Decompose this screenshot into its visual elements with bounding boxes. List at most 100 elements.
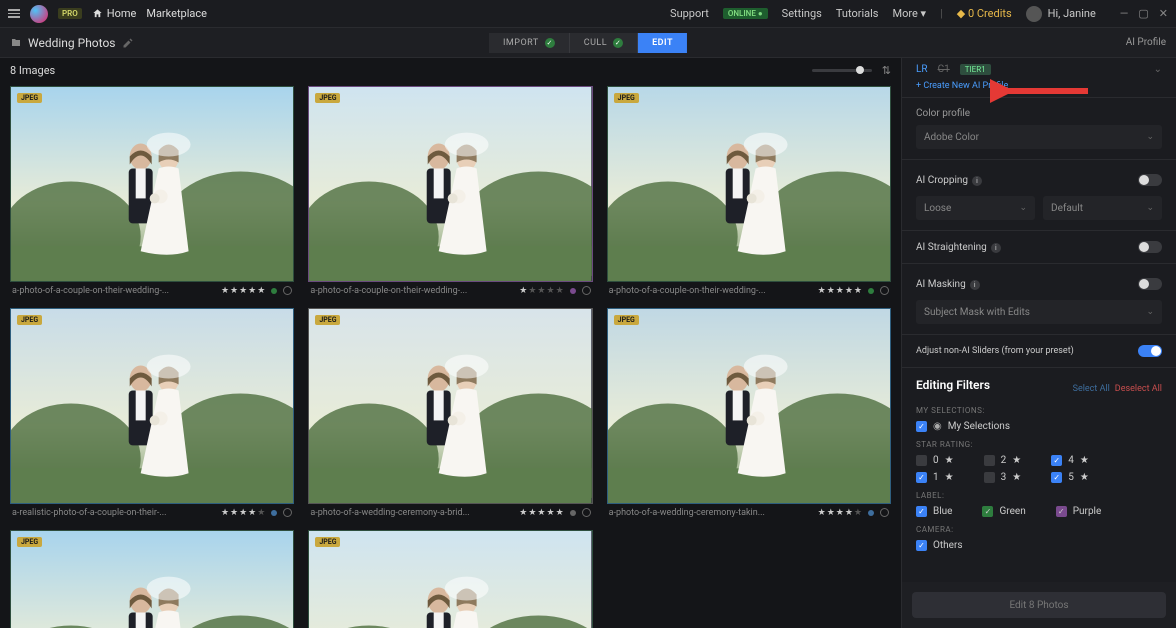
checkbox[interactable]: ✓ — [916, 506, 927, 517]
select-circle[interactable] — [582, 508, 591, 517]
star-rating[interactable]: ★★★★★ — [818, 286, 862, 296]
topbar: PRO Home Marketplace Support ONLINE ● Se… — [0, 0, 1176, 28]
thumbnail[interactable]: JPEG — [308, 308, 592, 504]
image-card[interactable]: JPEG a-photo-of-a-wedding-ceremony-a-brid… — [308, 308, 592, 518]
info-icon[interactable]: i — [972, 176, 982, 186]
checkbox[interactable]: ✓ — [916, 421, 927, 432]
info-icon[interactable]: i — [991, 243, 1001, 253]
thumbnail[interactable]: JPEG — [10, 308, 294, 504]
tab-lr[interactable]: LR — [916, 64, 928, 75]
minimize-icon[interactable]: — — [1120, 7, 1129, 20]
star-rating[interactable]: ★★★★★ — [221, 286, 265, 296]
cropping-switch[interactable] — [1138, 174, 1162, 186]
zoom-slider[interactable] — [812, 69, 872, 72]
format-badge: JPEG — [315, 315, 340, 325]
mask-select[interactable]: Subject Mask with Edits⌄ — [916, 300, 1162, 324]
breadcrumb[interactable]: Wedding Photos — [10, 36, 134, 50]
star-rating[interactable]: ★★★★★ — [519, 286, 563, 296]
nav-home[interactable]: Home — [92, 7, 137, 20]
image-card[interactable]: JPEG — [10, 530, 294, 628]
label-heading: LABEL: — [916, 491, 1162, 500]
chevron-down-icon[interactable]: ⌄ — [1154, 64, 1162, 75]
checkbox[interactable]: ✓ — [1051, 455, 1062, 466]
image-card[interactable]: JPEGa-photo-of-a-couple-on-their-wedding… — [308, 86, 592, 296]
select-all-link[interactable]: Select All — [1073, 384, 1110, 394]
credits[interactable]: ◆ 0 Credits — [957, 7, 1012, 20]
mode-import[interactable]: IMPORT✓ — [489, 33, 570, 53]
mode-toggle: IMPORT✓ CULL✓ EDIT — [489, 33, 687, 53]
select-circle[interactable] — [880, 508, 889, 517]
checkbox[interactable]: ✓ — [916, 540, 927, 551]
image-filename: a-photo-of-a-couple-on-their-wedding-... — [12, 286, 169, 296]
thumbnail[interactable]: JPEG — [607, 308, 891, 504]
status-dot — [271, 510, 277, 516]
nav-more[interactable]: More ▾ — [892, 7, 926, 20]
eye-icon: ◉ — [933, 421, 942, 432]
cropping-label: AI Cropping — [916, 175, 968, 186]
edit-icon[interactable] — [122, 37, 134, 49]
adjust-label: Adjust non-AI Sliders (from your preset) — [916, 346, 1074, 356]
nav-support[interactable]: Support — [670, 7, 709, 20]
status-dot — [868, 288, 874, 294]
edit-photos-button[interactable]: Edit 8 Photos — [912, 592, 1166, 618]
tab-c1[interactable]: C1 — [938, 64, 950, 75]
thumbnail[interactable]: JPEG — [10, 86, 294, 282]
nav-settings[interactable]: Settings — [782, 7, 822, 20]
create-profile-link[interactable]: + Create New AI Profile — [916, 81, 1162, 91]
adjust-switch[interactable] — [1138, 345, 1162, 357]
checkbox[interactable]: ✓ — [916, 472, 927, 483]
checkbox[interactable] — [984, 472, 995, 483]
tier-badge: TIER1 — [960, 64, 991, 75]
thumbnail[interactable]: JPEG — [308, 86, 592, 282]
color-profile-select[interactable]: Adobe Color⌄ — [916, 125, 1162, 149]
thumbnail[interactable]: JPEG — [607, 86, 891, 282]
image-filename: a-photo-of-a-wedding-ceremony-a-brid... — [310, 508, 469, 518]
star-rating[interactable]: ★★★★★ — [818, 508, 862, 518]
mode-cull[interactable]: CULL✓ — [570, 33, 638, 53]
select-circle[interactable] — [283, 508, 292, 517]
info-icon[interactable]: i — [970, 280, 980, 290]
straighten-switch[interactable] — [1138, 241, 1162, 253]
my-selections-heading: MY SELECTIONS: — [916, 406, 1162, 415]
star-rating[interactable]: ★★★★★ — [221, 508, 265, 518]
star-rating[interactable]: ★★★★★ — [519, 508, 563, 518]
deselect-all-link[interactable]: Deselect All — [1115, 384, 1162, 394]
subbar: Wedding Photos IMPORT✓ CULL✓ EDIT AI Pro… — [0, 28, 1176, 58]
filters-heading: Editing Filters — [916, 378, 990, 392]
crop-ratio-select[interactable]: Default⌄ — [1043, 196, 1162, 220]
color-profile-label: Color profile — [916, 108, 1162, 119]
image-filename: a-photo-of-a-couple-on-their-wedding-... — [609, 286, 766, 296]
select-circle[interactable] — [582, 286, 591, 295]
status-dot — [868, 510, 874, 516]
check-icon: ✓ — [613, 38, 623, 48]
user-menu[interactable]: Hi, Janine — [1026, 6, 1096, 22]
menu-icon[interactable] — [8, 9, 20, 18]
maximize-icon[interactable]: ▢ — [1138, 7, 1148, 20]
image-grid: JPEG a-photo-of-a-couple-on-their-wedding… — [0, 82, 901, 628]
format-badge: JPEG — [614, 93, 639, 103]
checkbox[interactable]: ✓ — [1056, 506, 1067, 517]
image-card[interactable]: JPEG — [308, 530, 592, 628]
image-card[interactable]: JPEG a-photo-of-a-couple-on-their-wedding… — [10, 86, 294, 296]
sidebar: LR C1 TIER1 ⌄ + Create New AI Profile Co… — [901, 58, 1176, 628]
sort-icon[interactable]: ⇅ — [882, 64, 891, 77]
checkbox[interactable]: ✓ — [982, 506, 993, 517]
image-card[interactable]: JPEG a-photo-of-a-couple-on-their-wedding… — [607, 86, 891, 296]
status-dot — [570, 288, 576, 294]
image-card[interactable]: JPEGa-photo-of-a-wedding-ceremony-takin.… — [607, 308, 891, 518]
checkbox[interactable]: ✓ — [1051, 472, 1062, 483]
nav-marketplace[interactable]: Marketplace — [146, 7, 207, 20]
image-card[interactable]: JPEGa-realistic-photo-of-a-couple-on-the… — [10, 308, 294, 518]
close-icon[interactable]: ✕ — [1159, 7, 1168, 20]
crop-tight-select[interactable]: Loose⌄ — [916, 196, 1035, 220]
avatar — [1026, 6, 1042, 22]
mode-edit[interactable]: EDIT — [638, 33, 687, 53]
thumbnail[interactable]: JPEG — [10, 530, 294, 628]
masking-switch[interactable] — [1138, 278, 1162, 290]
nav-tutorials[interactable]: Tutorials — [836, 7, 879, 20]
checkbox[interactable] — [916, 455, 927, 466]
select-circle[interactable] — [880, 286, 889, 295]
thumbnail[interactable]: JPEG — [308, 530, 592, 628]
checkbox[interactable] — [984, 455, 995, 466]
select-circle[interactable] — [283, 286, 292, 295]
